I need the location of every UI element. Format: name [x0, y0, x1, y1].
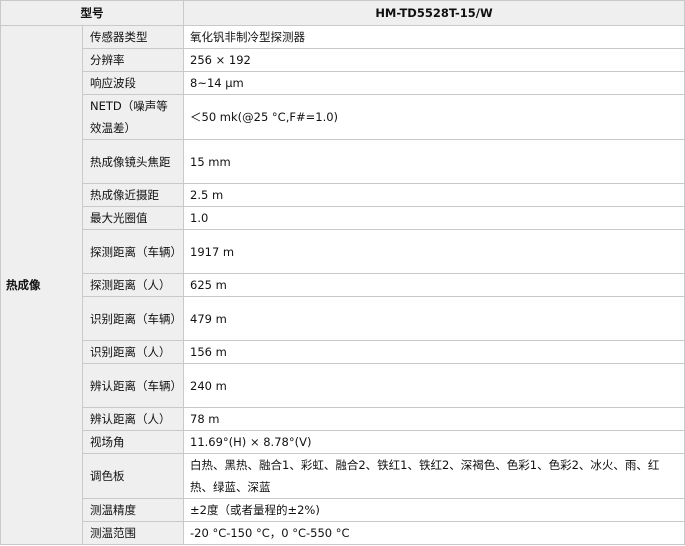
table-row: 视场角 11.69°(H) × 8.78°(V)	[1, 430, 685, 454]
table-row: 热成像 传感器类型 氧化钒非制冷型探测器	[0, 25, 685, 545]
table-row: NETD（噪声等效温差） ＜50 mk(@25 °C,F#=1.0)	[1, 94, 685, 140]
row-value: 256 × 192	[183, 48, 685, 72]
table-row: 测温范围 -20 °C-150 °C，0 °C-550 °C	[1, 521, 685, 545]
row-value: 1.0	[183, 206, 685, 230]
row-value: 78 m	[183, 407, 685, 431]
table-row: 识别距离（车辆） 479 m	[1, 296, 685, 341]
row-label: 响应波段	[82, 71, 184, 95]
row-value: ±2度（或者量程的±2%)	[183, 498, 685, 522]
row-label: 探测距离（人）	[82, 273, 184, 297]
row-label: 调色板	[82, 453, 184, 499]
row-value: 625 m	[183, 273, 685, 297]
row-label: 识别距离（车辆）	[82, 296, 184, 341]
row-value: -20 °C-150 °C，0 °C-550 °C	[183, 521, 685, 545]
row-label: 辨认距离（人）	[82, 407, 184, 431]
table-row: 调色板 白热、黑热、融合1、彩虹、融合2、铁红1、铁红2、深褐色、色彩1、色彩2…	[1, 453, 685, 499]
model-label: 型号	[0, 0, 184, 26]
row-value: 8~14 μm	[183, 71, 685, 95]
row-value: 240 m	[183, 363, 685, 408]
row-value: 2.5 m	[183, 183, 685, 207]
table-row: 辨认距离（人） 78 m	[1, 407, 685, 431]
row-value: 白热、黑热、融合1、彩虹、融合2、铁红1、铁红2、深褐色、色彩1、色彩2、冰火、…	[183, 453, 685, 499]
row-value: 11.69°(H) × 8.78°(V)	[183, 430, 685, 454]
row-label: 辨认距离（车辆）	[82, 363, 184, 408]
row-label: NETD（噪声等效温差）	[82, 94, 184, 140]
table-row: 最大光圈值 1.0	[1, 206, 685, 230]
category-cell: 热成像	[0, 25, 83, 545]
header-row: 型号 HM-TD5528T-15/W	[0, 0, 685, 26]
row-label: 最大光圈值	[82, 206, 184, 230]
table-row: 响应波段 8~14 μm	[1, 71, 685, 95]
row-value: 479 m	[183, 296, 685, 341]
spec-table: 型号 HM-TD5528T-15/W 热成像 传感器类型 氧化钒非制冷型探测器 …	[0, 0, 685, 545]
table-row: 热成像近摄距 2.5 m	[1, 183, 685, 207]
table-row: 辨认距离（车辆） 240 m	[1, 363, 685, 408]
table-row: 探测距离（人） 625 m	[1, 273, 685, 297]
row-label: 传感器类型	[82, 25, 184, 49]
row-value: 156 m	[183, 340, 685, 364]
row-label: 测温精度	[82, 498, 184, 522]
row-label: 测温范围	[82, 521, 184, 545]
row-value: 氧化钒非制冷型探测器	[183, 25, 685, 49]
model-value: HM-TD5528T-15/W	[183, 0, 685, 26]
row-label: 识别距离（人）	[82, 340, 184, 364]
row-value: 15 mm	[183, 139, 685, 184]
table-row: 识别距离（人） 156 m	[1, 340, 685, 364]
row-label: 分辨率	[82, 48, 184, 72]
row-label: 探测距离（车辆）	[82, 229, 184, 274]
table-row: 探测距离（车辆） 1917 m	[1, 229, 685, 274]
row-label: 热成像近摄距	[82, 183, 184, 207]
table-row: 分辨率 256 × 192	[1, 48, 685, 72]
table-row: 测温精度 ±2度（或者量程的±2%)	[1, 498, 685, 522]
row-label: 热成像镜头焦距	[82, 139, 184, 184]
table-row: 热成像镜头焦距 15 mm	[1, 139, 685, 184]
row-value: 1917 m	[183, 229, 685, 274]
row-label: 视场角	[82, 430, 184, 454]
row-value: ＜50 mk(@25 °C,F#=1.0)	[183, 94, 685, 140]
